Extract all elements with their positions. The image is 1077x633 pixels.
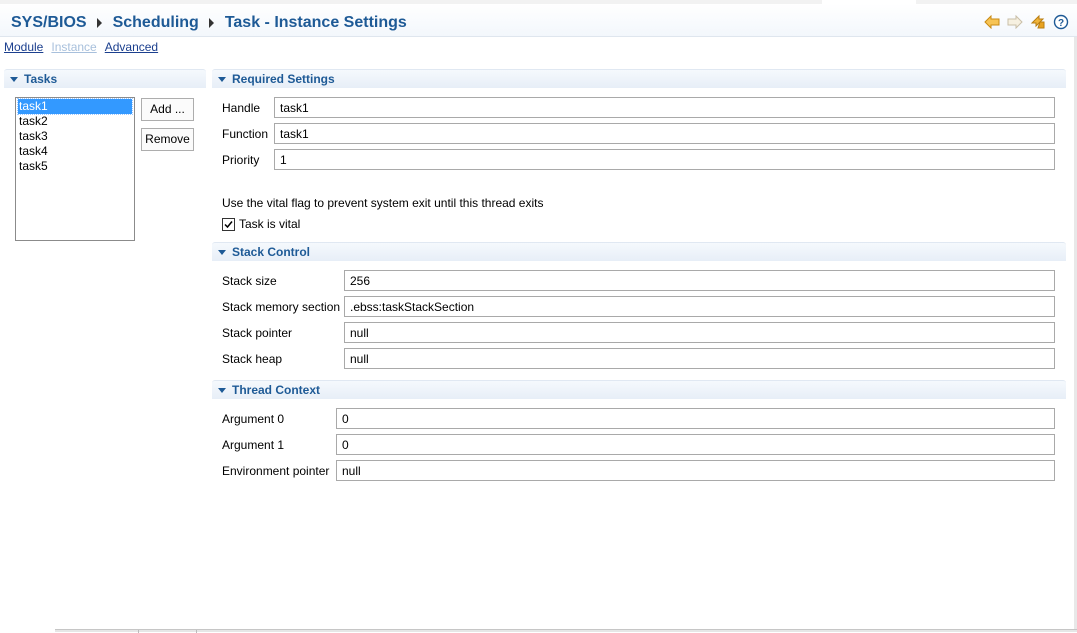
- stack-control-title: Stack Control: [232, 245, 311, 259]
- collapse-triangle-icon: [218, 250, 226, 255]
- sync-icon[interactable]: [1030, 14, 1046, 30]
- tasks-list[interactable]: task1 task2 task3 task4 task5: [15, 97, 135, 241]
- collapse-triangle-icon: [218, 388, 226, 393]
- task-vital-checkbox[interactable]: Task is vital: [222, 217, 300, 231]
- stack-heap-label: Stack heap: [222, 352, 283, 366]
- environment-pointer-field[interactable]: [336, 460, 1055, 481]
- environment-pointer-label: Environment pointer: [222, 464, 330, 478]
- thread-context-title: Thread Context: [232, 383, 321, 397]
- tasks-section-header[interactable]: Tasks: [4, 69, 206, 88]
- breadcrumb-sysbios[interactable]: SYS/BIOS: [11, 14, 87, 32]
- list-item[interactable]: task5: [18, 159, 132, 174]
- forward-arrow-icon[interactable]: [1007, 14, 1023, 30]
- instance-link: Instance: [51, 40, 97, 54]
- list-item[interactable]: task2: [18, 114, 132, 129]
- function-label: Function: [222, 127, 269, 141]
- list-item[interactable]: task4: [18, 144, 132, 159]
- priority-label: Priority: [222, 153, 260, 167]
- stack-memory-section-label: Stack memory section: [222, 300, 341, 314]
- stack-size-label: Stack size: [222, 274, 277, 288]
- stack-pointer-field[interactable]: [344, 322, 1055, 343]
- remove-task-button[interactable]: Remove: [141, 128, 194, 151]
- add-task-button[interactable]: Add ...: [141, 98, 194, 121]
- breadcrumb: SYS/BIOS Scheduling Task - Instance Sett…: [11, 14, 407, 32]
- argument-1-label: Argument 1: [222, 438, 285, 452]
- svg-text:?: ?: [1058, 18, 1064, 29]
- argument-0-label: Argument 0: [222, 412, 285, 426]
- checkbox-checked-icon[interactable]: [222, 217, 235, 231]
- stack-memory-section-field[interactable]: [344, 296, 1055, 317]
- function-field[interactable]: [274, 123, 1055, 144]
- page-header: SYS/BIOS Scheduling Task - Instance Sett…: [0, 4, 1077, 37]
- view-links: Module Instance Advanced: [4, 40, 166, 54]
- tasks-section-title: Tasks: [24, 72, 58, 86]
- priority-field[interactable]: [274, 149, 1055, 170]
- thread-context-header[interactable]: Thread Context: [212, 380, 1066, 399]
- stack-pointer-label: Stack pointer: [222, 326, 293, 340]
- argument-1-field[interactable]: [336, 434, 1055, 455]
- collapse-triangle-icon: [10, 77, 18, 82]
- list-item[interactable]: task3: [18, 129, 132, 144]
- collapse-triangle-icon: [218, 77, 226, 82]
- argument-0-field[interactable]: [336, 408, 1055, 429]
- list-item[interactable]: task1: [17, 98, 133, 115]
- back-arrow-icon[interactable]: [984, 14, 1000, 30]
- vital-note: Use the vital flag to prevent system exi…: [222, 196, 544, 210]
- stack-control-header[interactable]: Stack Control: [212, 242, 1066, 261]
- advanced-link[interactable]: Advanced: [105, 40, 158, 54]
- handle-label: Handle: [222, 101, 261, 115]
- stack-heap-field[interactable]: [344, 348, 1055, 369]
- breadcrumb-separator-icon: [96, 18, 102, 28]
- handle-field[interactable]: [274, 97, 1055, 118]
- page-title: Task - Instance Settings: [224, 14, 407, 31]
- required-settings-title: Required Settings: [232, 72, 335, 86]
- breadcrumb-scheduling[interactable]: Scheduling: [113, 14, 199, 32]
- stack-size-field[interactable]: [344, 270, 1055, 291]
- module-link[interactable]: Module: [4, 40, 43, 54]
- task-vital-label: Task is vital: [239, 217, 301, 231]
- required-settings-header[interactable]: Required Settings: [212, 69, 1066, 88]
- breadcrumb-separator-icon: [208, 18, 214, 28]
- help-icon[interactable]: ?: [1053, 14, 1069, 30]
- header-toolbar: ?: [984, 14, 1069, 30]
